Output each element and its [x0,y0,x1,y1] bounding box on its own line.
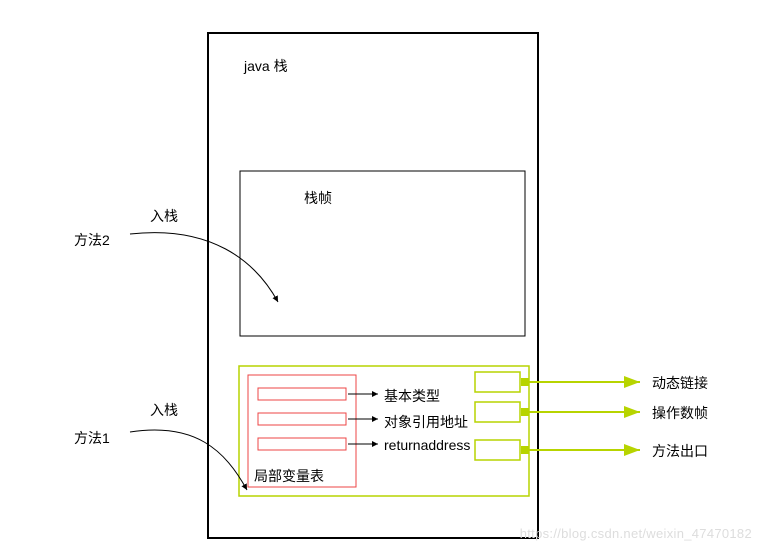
push-label-1: 入栈 [150,400,178,420]
push-arrow-method1 [130,430,247,490]
stack-frame-title: 栈帧 [304,188,332,208]
watermark: https://blog.csdn.net/weixin_47470182 [520,526,752,541]
push-arrow-method2 [130,233,278,302]
operand-stack-slot [475,402,520,422]
method-exit-slot [475,440,520,460]
lvt-row2-label: 对象引用地址 [384,412,468,432]
right-label-method-exit: 方法出口 [652,441,708,461]
lvt-title: 局部变量表 [254,466,324,486]
lvt-row3-label: returnaddress [384,437,470,453]
right-label-dynamic-link: 动态链接 [652,373,708,393]
stack-frame-box [240,171,525,336]
push-label-2: 入栈 [150,206,178,226]
java-stack-box [208,33,538,538]
diagram-root: java 栈 入栈 方法2 入栈 方法1 栈帧 基本类型 对象引用地址 retu… [0,0,762,549]
method1-label: 方法1 [74,428,110,448]
method2-label: 方法2 [74,230,110,250]
java-stack-title: java 栈 [244,56,288,76]
diagram-svg [0,0,762,549]
right-label-operand-stack: 操作数帧 [652,403,708,423]
dynamic-link-slot [475,372,520,392]
lvt-row1-label: 基本类型 [384,386,440,406]
